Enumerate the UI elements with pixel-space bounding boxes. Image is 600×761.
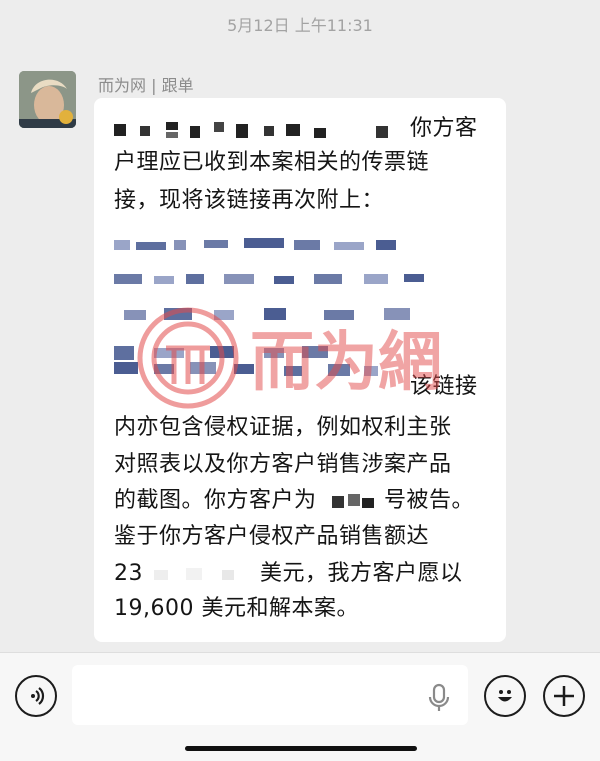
message-line: 号被告。 (384, 488, 475, 513)
input-bar (0, 652, 600, 761)
redacted-text (146, 564, 246, 584)
sender-name: 而为网 | 跟单 (98, 76, 194, 95)
message-line: 对照表以及你方客户销售涉案产品 (114, 452, 452, 477)
redacted-text (332, 490, 378, 512)
message-line: 美元，我方客户愿以 (260, 561, 463, 586)
sender-avatar[interactable] (19, 71, 76, 128)
message-input[interactable] (72, 665, 468, 725)
message-line: 你方客 (410, 116, 478, 141)
message-line: 23 (114, 561, 143, 586)
message-line: 的截图。你方客户为 (114, 488, 317, 513)
redacted-link (114, 354, 456, 388)
message-line: 户理应已收到本案相关的传票链 (114, 150, 430, 175)
timestamp: 5月12日 上午11:31 (227, 16, 373, 35)
message-line: 接，现将该链接再次附上： (114, 188, 385, 213)
voice-button[interactable] (15, 675, 57, 717)
emoji-icon (498, 690, 512, 702)
plus-button[interactable] (543, 675, 585, 717)
microphone-icon[interactable] (428, 683, 450, 713)
message-line: 该链接 (410, 374, 478, 399)
message-bubble[interactable]: 你方客 户理应已收到本案相关的传票链 接，现将该链接再次附上： 该链接 内亦包含… (94, 98, 506, 642)
message-line: 内亦包含侵权证据，例如权利主张 (114, 415, 452, 440)
emoji-button[interactable] (484, 675, 526, 717)
avatar-image (19, 71, 76, 128)
message-line: 鉴于你方客户侵权产品销售额达 (114, 524, 430, 549)
plus-icon (554, 686, 574, 706)
message-line: 19,600 美元和解本案。 (114, 596, 359, 621)
redacted-text (114, 120, 456, 140)
voice-icon (31, 687, 45, 705)
home-indicator (185, 746, 417, 751)
